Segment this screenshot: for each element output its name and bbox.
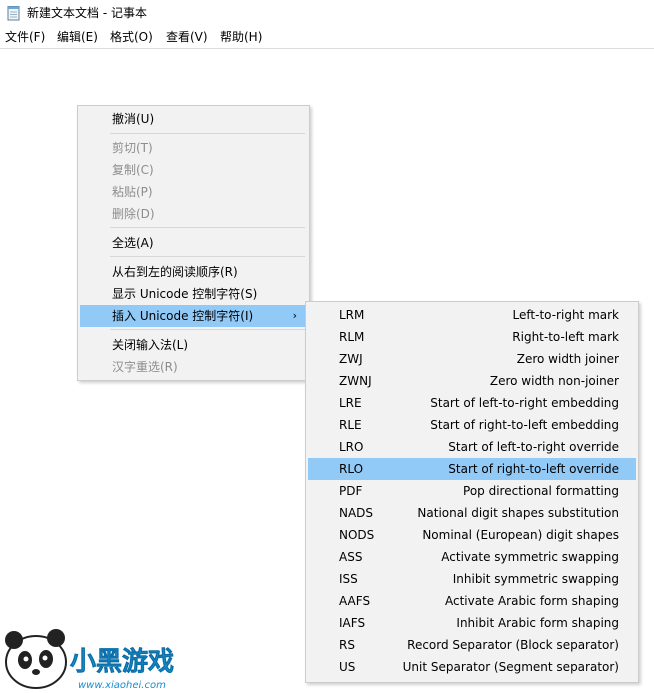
submenu-code: LRO [339, 440, 364, 454]
submenu-desc: Start of right-to-left override [448, 462, 619, 476]
menu-edit[interactable]: 编辑(E) [57, 29, 98, 45]
ctx-reconversion: 汉字重选(R) [80, 356, 307, 378]
ctx-copy: 复制(C) [80, 159, 307, 181]
ctx-copy-label: 复制(C) [112, 163, 154, 177]
ctx-show-unicode-control[interactable]: 显示 Unicode 控制字符(S) [80, 283, 307, 305]
submenu-item-rlm[interactable]: RLM Right-to-left mark [308, 326, 636, 348]
ctx-close-ime[interactable]: 关闭输入法(L) [80, 334, 307, 356]
menu-bar: 文件(F) 编辑(E) 格式(O) 查看(V) 帮助(H) [0, 26, 654, 49]
submenu-item-rlo[interactable]: RLO Start of right-to-left override [308, 458, 636, 480]
ctx-delete-label: 删除(D) [112, 207, 155, 221]
submenu-desc: Activate symmetric swapping [441, 550, 619, 564]
ctx-insert-unicode-label: 插入 Unicode 控制字符(I) [112, 309, 254, 323]
submenu-item-us[interactable]: US Unit Separator (Segment separator) [308, 656, 636, 678]
submenu-item-zwnj[interactable]: ZWNJ Zero width non-joiner [308, 370, 636, 392]
submenu-code: ISS [339, 572, 358, 586]
submenu-code: ZWNJ [339, 374, 372, 388]
window-title: 新建文本文档 - 记事本 [27, 6, 147, 20]
notepad-icon [7, 6, 20, 21]
submenu-desc: Activate Arabic form shaping [444, 594, 619, 608]
submenu-desc: Pop directional formatting [463, 484, 619, 498]
submenu-code: RLM [339, 330, 365, 344]
submenu-desc: Start of left-to-right embedding [430, 396, 619, 410]
watermark-logo: 小黑游戏 www.xiaohei.com [5, 629, 174, 691]
ctx-cut: 剪切(T) [80, 137, 307, 159]
submenu-desc: Record Separator (Block separator) [407, 638, 619, 652]
ctx-insert-unicode-control[interactable]: 插入 Unicode 控制字符(I) › [80, 305, 307, 327]
submenu-item-ass[interactable]: ASS Activate symmetric swapping [308, 546, 636, 568]
ctx-reconversion-label: 汉字重选(R) [112, 360, 178, 374]
ctx-show-unicode-label: 显示 Unicode 控制字符(S) [112, 287, 258, 301]
ctx-select-all-label: 全选(A) [112, 236, 154, 250]
submenu-item-rs[interactable]: RS Record Separator (Block separator) [308, 634, 636, 656]
submenu-item-zwj[interactable]: ZWJ Zero width joiner [308, 348, 636, 370]
submenu-desc: Inhibit symmetric swapping [452, 572, 619, 586]
submenu-desc: Unit Separator (Segment separator) [402, 660, 619, 674]
unicode-control-submenu: LRM Left-to-right mark RLM Right-to-left… [305, 301, 639, 683]
menu-help[interactable]: 帮助(H) [220, 29, 262, 45]
submenu-code: RLE [339, 418, 362, 432]
submenu-item-lre[interactable]: LRE Start of left-to-right embedding [308, 392, 636, 414]
menu-view[interactable]: 查看(V) [166, 29, 208, 45]
submenu-code: AAFS [339, 594, 371, 608]
submenu-item-iafs[interactable]: IAFS Inhibit Arabic form shaping [308, 612, 636, 634]
ctx-delete: 删除(D) [80, 203, 307, 225]
menu-separator [110, 329, 305, 330]
watermark-url: www.xiaohei.com [78, 680, 166, 691]
submenu-code: ASS [339, 550, 363, 564]
submenu-code: RLO [339, 462, 364, 476]
menu-format[interactable]: 格式(O) [110, 29, 153, 45]
submenu-item-nods[interactable]: NODS Nominal (European) digit shapes [308, 524, 636, 546]
submenu-code: ZWJ [339, 352, 363, 366]
submenu-code: US [339, 660, 356, 674]
submenu-item-nads[interactable]: NADS National digit shapes substitution [308, 502, 636, 524]
submenu-item-lrm[interactable]: LRM Left-to-right mark [308, 304, 636, 326]
context-menu: 撤消(U) 剪切(T) 复制(C) 粘贴(P) 删除(D) 全选(A) 从右到左… [77, 105, 310, 381]
submenu-item-rle[interactable]: RLE Start of right-to-left embedding [308, 414, 636, 436]
ctx-paste: 粘贴(P) [80, 181, 307, 203]
submenu-code: LRE [339, 396, 362, 410]
submenu-desc: National digit shapes substitution [417, 506, 619, 520]
submenu-desc: Zero width joiner [516, 352, 619, 366]
ctx-rtl-reading-order[interactable]: 从右到左的阅读顺序(R) [80, 261, 307, 283]
ctx-select-all[interactable]: 全选(A) [80, 232, 307, 254]
submenu-desc: Start of left-to-right override [448, 440, 619, 454]
submenu-item-pdf[interactable]: PDF Pop directional formatting [308, 480, 636, 502]
menu-separator [110, 227, 305, 228]
menu-separator [110, 256, 305, 257]
ctx-paste-label: 粘贴(P) [112, 185, 153, 199]
submenu-item-lro[interactable]: LRO Start of left-to-right override [308, 436, 636, 458]
ctx-close-ime-label: 关闭输入法(L) [112, 338, 189, 352]
menu-file[interactable]: 文件(F) [5, 29, 45, 45]
ctx-undo-label: 撤消(U) [112, 112, 155, 126]
submenu-desc: Nominal (European) digit shapes [422, 528, 619, 542]
submenu-code: NODS [339, 528, 375, 542]
submenu-code: RS [339, 638, 355, 652]
submenu-desc: Right-to-left mark [512, 330, 619, 344]
submenu-code: LRM [339, 308, 365, 322]
menu-separator [110, 133, 305, 134]
ctx-rtl-label: 从右到左的阅读顺序(R) [112, 265, 238, 279]
submenu-desc: Inhibit Arabic form shaping [456, 616, 619, 630]
submenu-code: IAFS [339, 616, 366, 630]
submenu-desc: Zero width non-joiner [489, 374, 619, 388]
submenu-desc: Left-to-right mark [512, 308, 619, 322]
submenu-code: NADS [339, 506, 374, 520]
ctx-undo[interactable]: 撤消(U) [80, 108, 307, 130]
submenu-item-iss[interactable]: ISS Inhibit symmetric swapping [308, 568, 636, 590]
submenu-item-aafs[interactable]: AAFS Activate Arabic form shaping [308, 590, 636, 612]
watermark-brand: 小黑游戏 [70, 647, 174, 677]
submenu-desc: Start of right-to-left embedding [430, 418, 619, 432]
title-bar: 新建文本文档 - 记事本 [0, 0, 654, 26]
ctx-cut-label: 剪切(T) [112, 141, 153, 155]
chevron-right-icon: › [292, 309, 297, 322]
submenu-code: PDF [339, 484, 363, 498]
